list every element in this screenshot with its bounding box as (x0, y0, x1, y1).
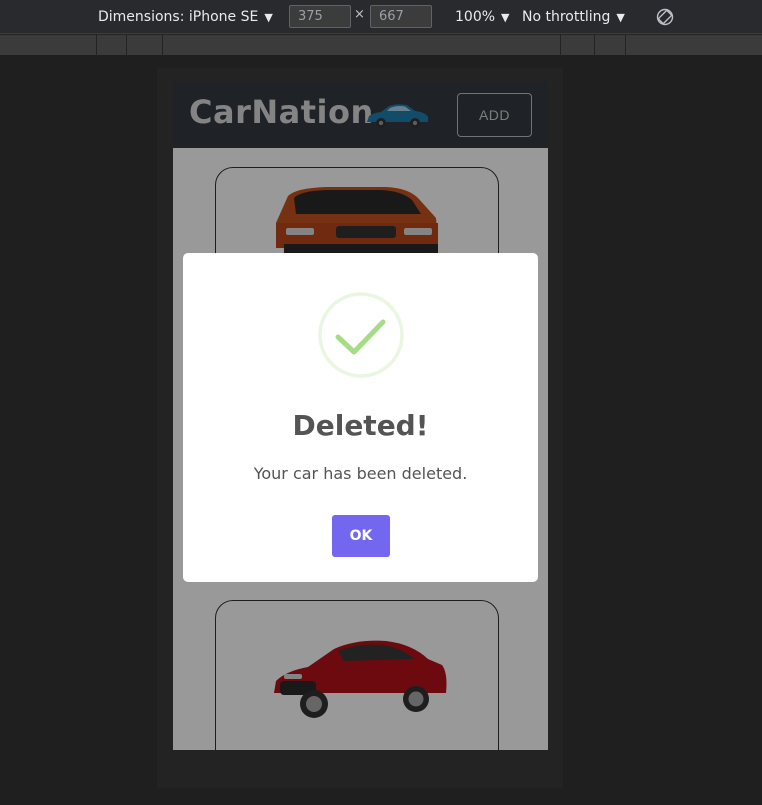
throttling-label: No throttling (522, 9, 611, 25)
viewport-height-input[interactable]: 667 (370, 5, 432, 28)
rotate-icon[interactable] (655, 7, 675, 27)
ruler-segment[interactable] (162, 35, 560, 56)
delete-success-dialog: Deleted! Your car has been deleted. OK (183, 253, 538, 582)
ruler-segment[interactable] (625, 35, 762, 56)
device-dimensions-dropdown[interactable]: Dimensions: iPhone SE ▼ (98, 7, 273, 27)
dialog-title: Deleted! (292, 409, 429, 442)
throttling-dropdown[interactable]: No throttling ▼ (522, 7, 625, 27)
chevron-down-icon: ▼ (264, 11, 273, 24)
times-separator: × (354, 7, 365, 22)
dialog-message: Your car has been deleted. (253, 464, 468, 483)
zoom-label: 100% (455, 9, 496, 25)
devtools-device-toolbar: Dimensions: iPhone SE ▼ 375 × 667 100% ▼ N… (0, 0, 762, 34)
device-dimensions-label: Dimensions: iPhone SE (98, 9, 259, 25)
media-query-ruler (0, 35, 762, 56)
ok-button[interactable]: OK (332, 515, 390, 557)
ruler-segment[interactable] (126, 35, 162, 56)
ruler-segment[interactable] (96, 35, 126, 56)
success-check-icon (318, 292, 404, 378)
ruler-segment[interactable] (560, 35, 594, 56)
zoom-dropdown[interactable]: 100% ▼ (455, 7, 510, 27)
chevron-down-icon: ▼ (501, 11, 510, 24)
viewport-width-input[interactable]: 375 (289, 5, 351, 28)
ruler-segment[interactable] (594, 35, 625, 56)
chevron-down-icon: ▼ (616, 11, 625, 24)
